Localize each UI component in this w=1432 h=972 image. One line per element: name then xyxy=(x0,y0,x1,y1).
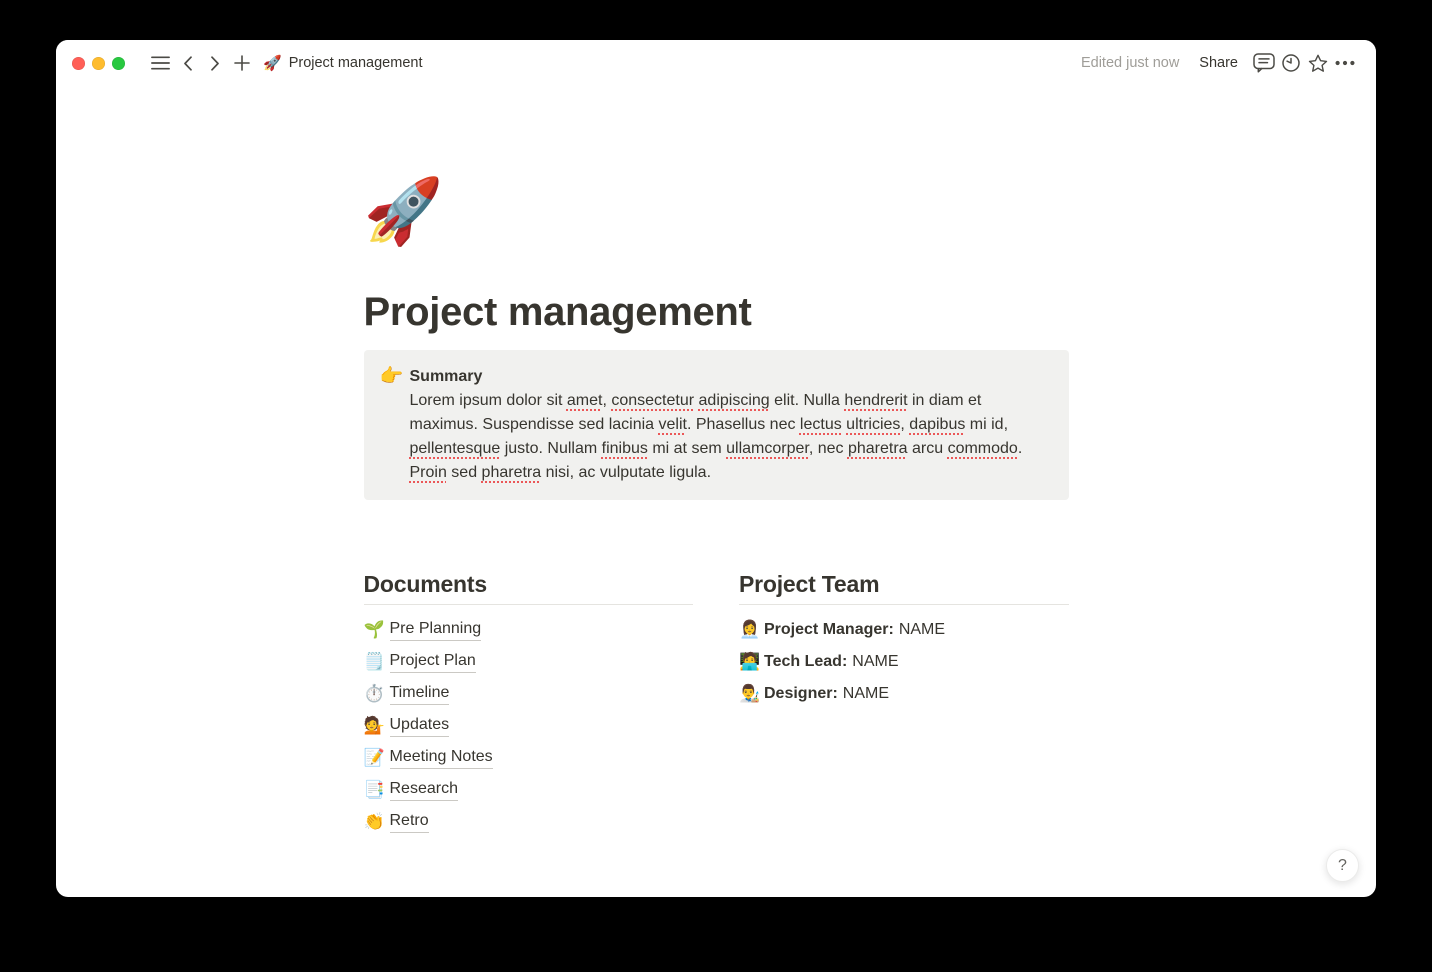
breadcrumb[interactable]: 🚀 Project management xyxy=(263,55,422,71)
team-member-name: NAME xyxy=(852,653,898,671)
misspelled-word: amet xyxy=(567,392,603,409)
document-link-label: Meeting Notes xyxy=(390,747,493,769)
document-emoji: 👏 xyxy=(364,812,390,832)
titlebar-left: 🚀 Project management xyxy=(72,50,422,77)
minimize-window-button[interactable] xyxy=(92,57,105,70)
new-page-button[interactable] xyxy=(228,50,255,77)
document-link-label: Timeline xyxy=(390,683,450,705)
document-link-label: Project Plan xyxy=(390,651,476,673)
zoom-window-button[interactable] xyxy=(112,57,125,70)
team-member-role: Designer: xyxy=(764,685,838,703)
team-member-emoji: 👨‍🎨 xyxy=(739,684,764,704)
team-column: Project Team 👩‍💼 Project Manager: NAME 🧑… xyxy=(739,570,1069,838)
back-button[interactable] xyxy=(174,50,201,77)
page-title[interactable]: Project management xyxy=(364,288,1069,336)
team-member-row[interactable]: 🧑‍💻 Tech Lead: NAME xyxy=(739,646,1069,678)
clock-icon xyxy=(1281,53,1301,73)
titlebar: 🚀 Project management Edited just now Sha… xyxy=(56,40,1376,86)
document-emoji: 📝 xyxy=(364,748,390,768)
page-content: 🚀 Project management 👉 Summary Lorem ips… xyxy=(364,172,1069,838)
team-list: 👩‍💼 Project Manager: NAME 🧑‍💻 Tech Lead:… xyxy=(739,614,1069,710)
misspelled-word: pharetra xyxy=(482,464,542,481)
callout-pointing-finger-icon: 👉 xyxy=(380,365,410,485)
misspelled-word: finibus xyxy=(602,440,648,457)
document-link-label: Retro xyxy=(390,811,429,833)
misspelled-word: dapibus xyxy=(909,416,965,433)
callout-text-line: maximus. Suspendisse sed lacinia velit. … xyxy=(410,413,1023,437)
misspelled-word: commodo xyxy=(948,440,1018,457)
traffic-lights xyxy=(72,57,125,70)
chevron-left-icon xyxy=(183,56,193,71)
misspelled-word: velit xyxy=(659,416,687,433)
notion-window: 🚀 Project management Edited just now Sha… xyxy=(56,40,1376,897)
team-member-emoji: 👩‍💼 xyxy=(739,620,764,640)
edited-status: Edited just now xyxy=(1081,55,1179,71)
favorite-button[interactable] xyxy=(1304,50,1331,77)
documents-column: Documents 🌱 Pre Planning 🗒️ Project Plan… xyxy=(364,570,694,838)
misspelled-word: pellentesque xyxy=(410,440,501,457)
document-emoji: ⏱️ xyxy=(364,684,390,704)
page-icon[interactable]: 🚀 xyxy=(364,172,444,250)
callout-body: Summary Lorem ipsum dolor sit amet, cons… xyxy=(410,365,1023,485)
team-member-emoji: 🧑‍💻 xyxy=(739,652,764,672)
misspelled-word: pharetra xyxy=(848,440,908,457)
team-member-name: NAME xyxy=(899,621,945,639)
breadcrumb-title: Project management xyxy=(289,55,423,71)
team-member-role: Project Manager: xyxy=(764,621,894,639)
sidebar-toggle-button[interactable] xyxy=(147,50,174,77)
document-link-label: Updates xyxy=(390,715,450,737)
misspelled-word: Proin xyxy=(410,464,447,481)
misspelled-word: lectus xyxy=(800,416,842,433)
documents-heading[interactable]: Documents xyxy=(364,570,694,605)
document-link[interactable]: 📝 Meeting Notes xyxy=(364,742,694,774)
comment-bubble-icon xyxy=(1253,53,1275,73)
page-scroll-area: 🚀 Project management 👉 Summary Lorem ips… xyxy=(56,86,1376,897)
team-member-role: Tech Lead: xyxy=(764,653,847,671)
misspelled-word: consectetur xyxy=(611,392,694,409)
star-icon xyxy=(1308,54,1328,73)
document-link-label: Research xyxy=(390,779,458,801)
ellipsis-icon xyxy=(1335,60,1355,66)
misspelled-word: ultricies xyxy=(846,416,900,433)
document-link[interactable]: 🗒️ Project Plan xyxy=(364,646,694,678)
team-member-name: NAME xyxy=(843,685,889,703)
misspelled-word: adipiscing xyxy=(699,392,770,409)
hamburger-icon xyxy=(151,56,170,70)
team-heading[interactable]: Project Team xyxy=(739,570,1069,605)
document-emoji: 🌱 xyxy=(364,620,390,640)
document-link[interactable]: 👏 Retro xyxy=(364,806,694,838)
summary-callout[interactable]: 👉 Summary Lorem ipsum dolor sit amet, co… xyxy=(364,350,1069,500)
team-member-row[interactable]: 👨‍🎨 Designer: NAME xyxy=(739,678,1069,710)
document-emoji: 💁 xyxy=(364,716,390,736)
two-column-section: Documents 🌱 Pre Planning 🗒️ Project Plan… xyxy=(364,570,1069,838)
plus-icon xyxy=(234,55,250,71)
forward-button[interactable] xyxy=(201,50,228,77)
help-button[interactable]: ? xyxy=(1326,849,1359,882)
team-member-row[interactable]: 👩‍💼 Project Manager: NAME xyxy=(739,614,1069,646)
comments-button[interactable] xyxy=(1250,50,1277,77)
callout-text-line: Proin sed pharetra nisi, ac vulputate li… xyxy=(410,461,1023,485)
document-link[interactable]: ⏱️ Timeline xyxy=(364,678,694,710)
misspelled-word: hendrerit xyxy=(844,392,907,409)
callout-text-line: Lorem ipsum dolor sit amet, consectetur … xyxy=(410,389,1023,413)
document-emoji: 🗒️ xyxy=(364,652,390,672)
more-button[interactable] xyxy=(1331,50,1358,77)
document-emoji: 📑 xyxy=(364,780,390,800)
close-window-button[interactable] xyxy=(72,57,85,70)
chevron-right-icon xyxy=(210,56,220,71)
documents-list: 🌱 Pre Planning 🗒️ Project Plan ⏱️ Timeli… xyxy=(364,614,694,838)
document-link[interactable]: 🌱 Pre Planning xyxy=(364,614,694,646)
document-link[interactable]: 💁 Updates xyxy=(364,710,694,742)
page-emoji-small: 🚀 xyxy=(263,56,282,71)
callout-text-line: pellentesque justo. Nullam finibus mi at… xyxy=(410,437,1023,461)
callout-text: Lorem ipsum dolor sit amet, consectetur … xyxy=(410,389,1023,485)
share-button[interactable]: Share xyxy=(1199,55,1238,71)
misspelled-word: ullamcorper xyxy=(726,440,809,457)
document-link[interactable]: 📑 Research xyxy=(364,774,694,806)
titlebar-right: Edited just now Share xyxy=(1081,50,1358,77)
document-link-label: Pre Planning xyxy=(390,619,482,641)
callout-title: Summary xyxy=(410,365,1023,389)
history-button[interactable] xyxy=(1277,50,1304,77)
